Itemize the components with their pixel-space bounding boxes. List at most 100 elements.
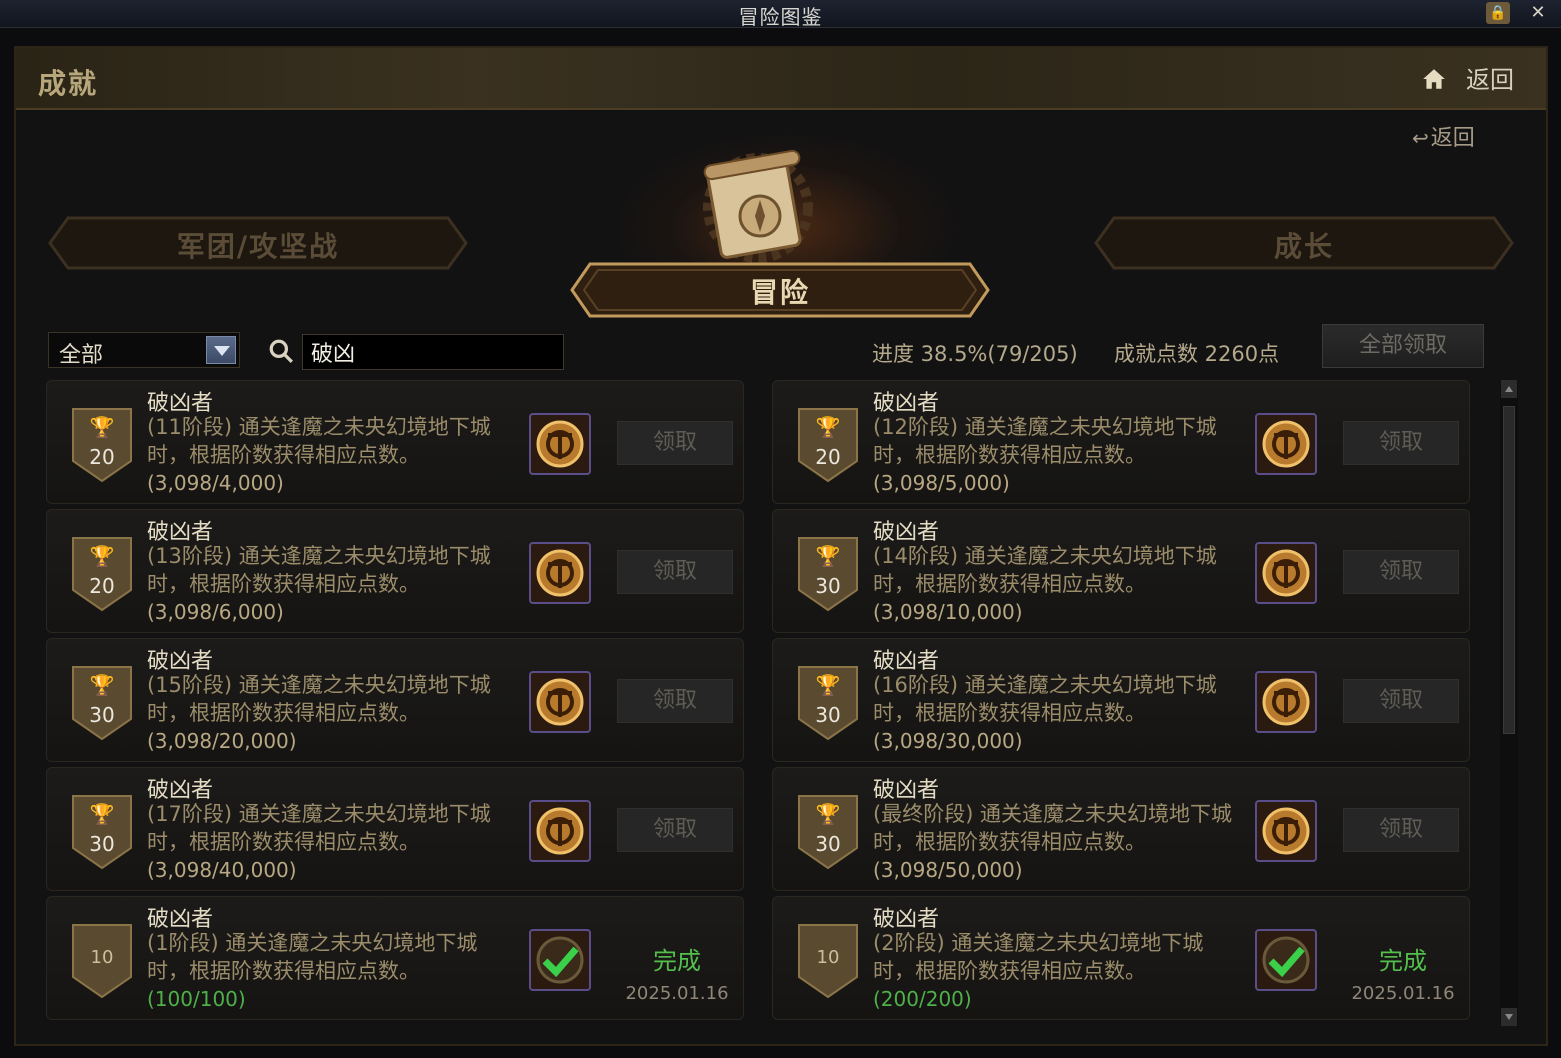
reward-emblem-shape [1262,678,1310,726]
points-shield: 🏆 30 [795,792,861,872]
scroll-compass-icon [703,149,813,263]
points-value: 20 [815,445,841,469]
achievement-desc: (15阶段) 通关逢魔之未央幻境地下城时，根据阶数获得相应点数。 [147,673,491,725]
sub-back-label: 返回 [1430,126,1475,151]
reward-emblem-shape [1262,549,1310,597]
trophy-icon: 🏆 [89,802,115,826]
claim-button[interactable]: 领取 [617,421,733,465]
tab-legion-siege-label: 军团/攻坚战 [176,230,340,263]
achievement-desc: (最终阶段) 通关逢魔之未央幻境地下城时，根据阶数获得相应点数。 [873,802,1233,854]
claim-button[interactable]: 领取 [1343,550,1459,594]
achievement-progress: (3,098/50,000) [873,858,1023,882]
category-filter-value: 全部 [59,343,104,368]
points-shield: 🏆 10 [795,921,861,1001]
reward-emblem-shape [536,807,584,855]
reward-emblem-icon[interactable] [1255,542,1317,604]
achievement-desc: (12阶段) 通关逢魔之未央幻境地下城时，根据阶数获得相应点数。 [873,415,1217,467]
window-titlebar: 冒险图鉴 🔒 ✕ [0,0,1561,29]
achievement-card: 🏆 10 破凶者 (1阶段) 通关逢魔之未央幻境地下城时，根据阶数获得相应点数。… [46,896,744,1020]
check-shape [536,936,584,984]
achievement-desc: (14阶段) 通关逢魔之未央幻境地下城时，根据阶数获得相应点数。 [873,544,1217,596]
reward-emblem-shape [1262,420,1310,468]
completion-date: 2025.01.16 [1351,983,1455,1004]
tab-growth[interactable]: 成长 [1094,216,1514,270]
check-icon[interactable] [529,929,591,991]
status-complete: 完成 [1379,947,1427,975]
trophy-icon: 🏆 [815,673,841,697]
category-filter-select[interactable]: 全部 [48,332,240,368]
close-icon[interactable]: ✕ [1526,2,1550,24]
completion-date: 2025.01.16 [625,983,729,1004]
home-icon[interactable] [1421,66,1447,92]
trophy-icon: 🏆 [815,544,841,568]
reward-emblem-icon[interactable] [1255,800,1317,862]
search-icon[interactable] [268,338,294,364]
claim-button[interactable]: 领取 [1343,421,1459,465]
achievement-card: 🏆 30 破凶者 (14阶段) 通关逢魔之未央幻境地下城时，根据阶数获得相应点数… [772,509,1470,633]
achievement-progress: (3,098/6,000) [147,600,284,624]
claim-all-button[interactable]: 全部领取 [1322,324,1484,368]
claim-button[interactable]: 领取 [617,550,733,594]
trophy-icon: 🏆 [89,673,115,697]
sub-back-button[interactable]: ↩返回 [1412,120,1475,152]
header-back-button[interactable]: 返回 [1466,60,1514,95]
achievement-progress: (3,098/30,000) [873,729,1023,753]
reward-emblem-icon[interactable] [529,671,591,733]
points-value: 30 [815,703,841,727]
reward-emblem-icon[interactable] [1255,671,1317,733]
trophy-icon: 🏆 [815,802,841,826]
reward-emblem-icon[interactable] [529,800,591,862]
points-shield: 🏆 30 [69,663,135,743]
reward-emblem-icon[interactable] [1255,413,1317,475]
reward-emblem-icon[interactable] [529,413,591,475]
achievement-progress: (200/200) [873,987,972,1011]
claim-button[interactable]: 领取 [1343,808,1459,852]
achievement-progress: (3,098/5,000) [873,471,1010,495]
tab-adventure-label: 冒险 [749,276,810,309]
claim-button[interactable]: 领取 [617,808,733,852]
achievement-desc: (1阶段) 通关逢魔之未央幻境地下城时，根据阶数获得相应点数。 [147,931,478,983]
search-input[interactable] [302,334,564,370]
window-title: 冒险图鉴 [738,5,823,29]
list-scrollbar[interactable] [1500,380,1518,1026]
lock-icon[interactable]: 🔒 [1486,2,1510,24]
points-value: 10 [90,947,114,968]
points-shield: 🏆 20 [69,405,135,485]
check-icon[interactable] [1255,929,1317,991]
achievement-card: 🏆 30 破凶者 (15阶段) 通关逢魔之未央幻境地下城时，根据阶数获得相应点数… [46,638,744,762]
reward-emblem-shape [1262,807,1310,855]
points-value: 30 [89,703,115,727]
reward-emblem-icon[interactable] [529,542,591,604]
scroll-thumb[interactable] [1503,406,1515,734]
points-shield: 🏆 30 [795,663,861,743]
scroll-up-icon[interactable] [1501,380,1517,398]
achievement-card: 🏆 10 破凶者 (2阶段) 通关逢魔之未央幻境地下城时，根据阶数获得相应点数。… [772,896,1470,1020]
achievement-card: 🏆 20 破凶者 (11阶段) 通关逢魔之未央幻境地下城时，根据阶数获得相应点数… [46,380,744,504]
points-shield: 🏆 30 [795,534,861,614]
achievement-list: 🏆 20 破凶者 (11阶段) 通关逢魔之未央幻境地下城时，根据阶数获得相应点数… [46,380,1476,1026]
achievement-card: 🏆 20 破凶者 (13阶段) 通关逢魔之未央幻境地下城时，根据阶数获得相应点数… [46,509,744,633]
points-shield: 🏆 20 [69,534,135,614]
points-value: 20 [89,445,115,469]
achievement-progress: (3,098/20,000) [147,729,297,753]
points-shield: 🏆 30 [69,792,135,872]
claim-button[interactable]: 领取 [1343,679,1459,723]
points-shield: 🏆 10 [69,921,135,1001]
points-value: 30 [815,832,841,856]
achievement-desc: (16阶段) 通关逢魔之未央幻境地下城时，根据阶数获得相应点数。 [873,673,1217,725]
achievement-desc: (13阶段) 通关逢魔之未央幻境地下城时，根据阶数获得相应点数。 [147,544,491,596]
tab-adventure[interactable]: 冒险 [568,260,992,320]
reward-emblem-shape [536,420,584,468]
scroll-down-icon[interactable] [1501,1008,1517,1026]
reward-emblem-shape [536,678,584,726]
claim-button[interactable]: 领取 [617,679,733,723]
tab-legion-siege[interactable]: 军团/攻坚战 [48,216,468,270]
achievement-card: 🏆 30 破凶者 (17阶段) 通关逢魔之未央幻境地下城时，根据阶数获得相应点数… [46,767,744,891]
trophy-icon: 🏆 [815,415,841,439]
achievement-panel: 成就 返回 ↩返回 军团/攻坚战 成长 冒险 全部 破凶 进度 38.5%(79… [14,46,1548,1046]
tab-growth-label: 成长 [1273,230,1334,263]
points-shield: 🏆 20 [795,405,861,485]
achievement-progress: (3,098/40,000) [147,858,297,882]
page-title: 成就 [38,67,99,100]
chevron-down-icon[interactable] [206,336,236,364]
